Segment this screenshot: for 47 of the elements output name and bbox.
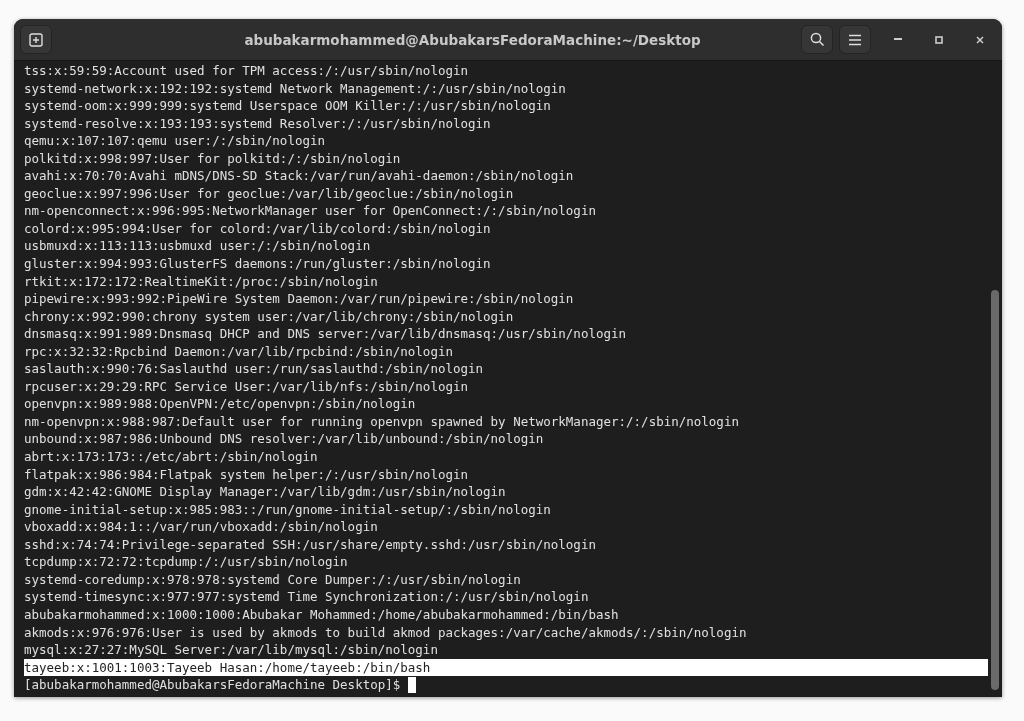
output-line: systemd-network:x:192:192:systemd Network Management:/:/usr/sbin/nologin: [24, 79, 567, 98]
output-line: systemd-oom:x:999:999:systemd Userspace OOM Killer:/:/usr/sbin/nologin: [24, 97, 552, 115]
window-title: abubakarmohammed@AbubakarsFedoraMachine:~/Desktop: [243, 31, 702, 48]
output-line: flatpak:x:986:984:Flatpak system helper:/:/usr/sbin/nologin: [24, 465, 469, 484]
output-line: unbound:x:987:986:Unbound DNS resolver:/var/lib/unbound:/sbin/nologin: [24, 430, 545, 449]
output-line: geoclue:x:997:996:User for geoclue:/var/lib/geoclue:/sbin/nologin: [24, 184, 515, 203]
output-line: tcpdump:x:72:72:tcpdump:/:/usr/sbin/nologin: [24, 553, 349, 571]
close-icon: [976, 35, 984, 44]
output-line: avahi:x:70:70:Avahi mDNS/DNS-SD Stack:/var/run/avahi-daemon:/sbin/nologin: [24, 167, 575, 185]
output-line: systemd-resolve:x:193:193:systemd Resolver:/:/usr/sbin/nologin: [24, 114, 492, 133]
output-line: colord:x:995:994:User for colord:/var/lib/colord:/sbin/nologin: [24, 219, 492, 238]
output-line: polkitd:x:998:997:User for polkitd:/:/sbin/nologin: [24, 149, 402, 168]
output-line: gluster:x:994:993:GlusterFS daemons:/run/gluster:/sbin/nologin: [24, 255, 492, 273]
new-tab-button[interactable]: [20, 25, 52, 54]
output-line: saslauth:x:990:76:Saslauthd user:/run/saslauthd:/sbin/nologin: [24, 360, 485, 378]
maximize-icon: [935, 35, 943, 44]
search-button[interactable]: [801, 25, 833, 54]
output-line: sshd:x:74:74:Privilege-separated SSH:/usr/share/empty.sshd:/usr/sbin/nologin: [24, 535, 597, 554]
output-line: qemu:x:107:107:qemu user:/:/sbin/nologin: [24, 132, 327, 150]
output-line: gnome-initial-setup:x:985:983::/run/gnome-initial-setup/:/sbin/nologin: [24, 500, 552, 519]
output-line: rpcuser:x:29:29:RPC Service User:/var/lib/nfs:/sbin/nologin: [24, 377, 469, 396]
output-line: systemd-timesync:x:977:977:systemd Time Synchronization:/:/usr/sbin/nologin: [24, 588, 590, 606]
output-line: pipewire:x:993:992:PipeWire System Daemon:/var/run/pipewire:/sbin/nologin: [24, 290, 575, 308]
output-line: rpc:x:32:32:Rpcbind Daemon:/var/lib/rpcbind:/sbin/nologin: [24, 342, 454, 361]
text-cursor: [408, 676, 417, 693]
output-line: nm-openconnect:x:996:995:NetworkManager user for OpenConnect:/:/sbin/nologin: [24, 202, 597, 220]
output-line: rtkit:x:172:172:RealtimeKit:/proc:/sbin/nologin: [24, 272, 379, 291]
menu-button[interactable]: [839, 25, 871, 54]
new-tab-icon: [29, 32, 43, 47]
output-line: nm-openvpn:x:988:987:Default user for running openvpn spawned by NetworkManager:/:/sbin/nologin: [24, 412, 740, 431]
output-line: dnsmasq:x:991:989:Dnsmasq DHCP and DNS server:/var/lib/dnsmasq:/usr/sbin/nologin: [24, 325, 628, 343]
output-line: systemd-coredump:x:978:978:systemd Core Dumper:/:/usr/sbin/nologin: [24, 570, 522, 589]
output-line: openvpn:x:989:988:OpenVPN:/etc/openvpn:/sbin/nologin: [24, 395, 417, 413]
output-line: chrony:x:992:990:chrony system user:/var/lib/chrony:/sbin/nologin: [24, 307, 515, 326]
menu-icon: [848, 33, 862, 46]
output-line: vboxadd:x:984:1::/var/run/vboxadd:/sbin/nologin: [24, 518, 379, 536]
output-line: abrt:x:173:173::/etc/abrt:/sbin/nologin: [24, 448, 319, 466]
search-icon: [809, 32, 825, 47]
output-line: tss:x:59:59:Account used for TPM access:/:/usr/sbin/nologin: [24, 62, 469, 80]
minimize-icon: [894, 38, 902, 41]
shell-prompt: [abubakarmohammed@AbubakarsFedoraMachine Desktop]$: [24, 676, 401, 694]
output-line: usbmuxd:x:113:113:usbmuxd user:/:/sbin/nologin: [24, 237, 372, 255]
output-line: abubakarmohammed:x:1000:1000:Abubakar Mohammed:/home/abubakarmohammed:/bin/bash: [24, 605, 620, 624]
scrollbar-thumb[interactable]: [991, 290, 999, 690]
output-line: akmods:x:976:976:User is used by akmods to build akmod packages:/var/cache/akmods/:/sbin/nologin: [24, 623, 748, 642]
output-line: gdm:x:42:42:GNOME Display Manager:/var/lib/gdm:/usr/sbin/nologin: [24, 483, 507, 501]
output-line: mysql:x:27:27:MySQL Server:/var/lib/mysql:/sbin/nologin: [24, 641, 439, 659]
